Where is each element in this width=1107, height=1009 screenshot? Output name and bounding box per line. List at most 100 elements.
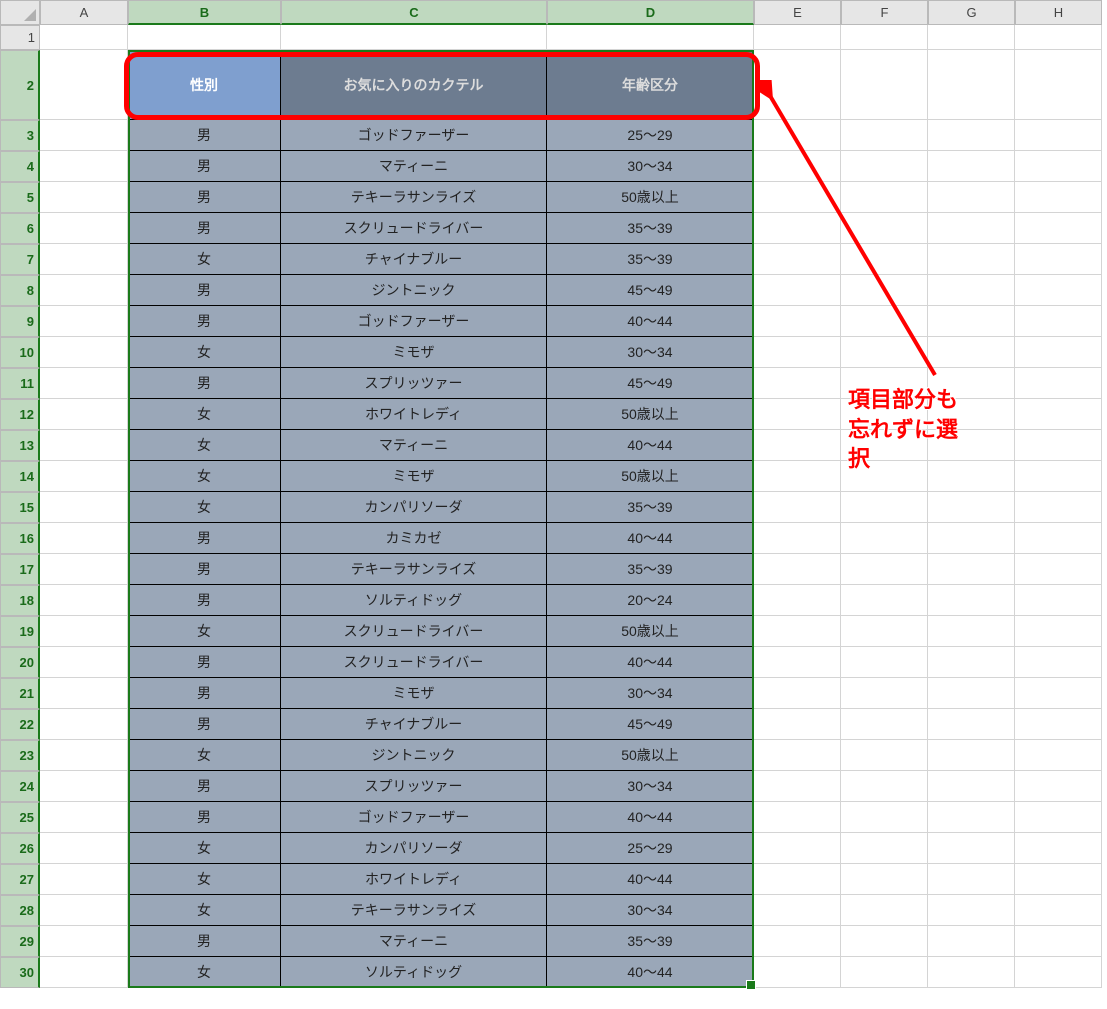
cell[interactable]: [1015, 306, 1102, 337]
cell[interactable]: [754, 647, 841, 678]
cell[interactable]: [40, 151, 128, 182]
table-cell[interactable]: 40～44: [547, 864, 754, 895]
cell[interactable]: [1015, 926, 1102, 957]
cell[interactable]: [841, 771, 928, 802]
column-header-b[interactable]: B: [128, 0, 281, 25]
cell[interactable]: [40, 492, 128, 523]
cell[interactable]: [841, 709, 928, 740]
table-cell[interactable]: 25～29: [547, 833, 754, 864]
table-cell[interactable]: 50歳以上: [547, 399, 754, 430]
cell[interactable]: [40, 337, 128, 368]
table-cell[interactable]: ジントニック: [281, 275, 547, 306]
cell[interactable]: [841, 399, 928, 430]
row-header[interactable]: 18: [0, 585, 40, 616]
cell[interactable]: [1015, 213, 1102, 244]
table-cell[interactable]: 30～34: [547, 678, 754, 709]
table-cell[interactable]: ミモザ: [281, 461, 547, 492]
row-header[interactable]: 28: [0, 895, 40, 926]
cell[interactable]: [547, 25, 754, 50]
row-header[interactable]: 10: [0, 337, 40, 368]
column-header-c[interactable]: C: [281, 0, 547, 25]
cell[interactable]: [841, 802, 928, 833]
cell[interactable]: [928, 554, 1015, 585]
table-cell[interactable]: 40～44: [547, 802, 754, 833]
table-header-cell[interactable]: お気に入りのカクテル: [281, 50, 547, 120]
cell[interactable]: [841, 554, 928, 585]
table-cell[interactable]: 女: [128, 864, 281, 895]
table-cell[interactable]: スクリュードライバー: [281, 616, 547, 647]
row-header[interactable]: 6: [0, 213, 40, 244]
cell[interactable]: [1015, 678, 1102, 709]
row-header[interactable]: 24: [0, 771, 40, 802]
table-cell[interactable]: 男: [128, 926, 281, 957]
cell[interactable]: [1015, 616, 1102, 647]
cell[interactable]: [928, 926, 1015, 957]
row-header[interactable]: 29: [0, 926, 40, 957]
table-cell[interactable]: ソルティドッグ: [281, 957, 547, 988]
cell[interactable]: [754, 275, 841, 306]
table-cell[interactable]: 女: [128, 895, 281, 926]
cell[interactable]: [40, 368, 128, 399]
cell[interactable]: [841, 120, 928, 151]
cell[interactable]: [841, 213, 928, 244]
cell[interactable]: [841, 616, 928, 647]
table-cell[interactable]: 男: [128, 120, 281, 151]
cell[interactable]: [754, 492, 841, 523]
cell[interactable]: [841, 50, 928, 120]
table-header-cell[interactable]: 性別: [128, 50, 281, 120]
table-cell[interactable]: 女: [128, 957, 281, 988]
table-cell[interactable]: ミモザ: [281, 337, 547, 368]
row-header[interactable]: 25: [0, 802, 40, 833]
cell[interactable]: [40, 833, 128, 864]
cell[interactable]: [754, 771, 841, 802]
table-cell[interactable]: 30～34: [547, 151, 754, 182]
cell[interactable]: [281, 25, 547, 50]
table-cell[interactable]: 男: [128, 647, 281, 678]
row-header[interactable]: 2: [0, 50, 40, 120]
cell[interactable]: [40, 740, 128, 771]
table-cell[interactable]: 40～44: [547, 306, 754, 337]
table-cell[interactable]: 女: [128, 337, 281, 368]
cell[interactable]: [1015, 585, 1102, 616]
cell[interactable]: [841, 833, 928, 864]
cell[interactable]: [928, 895, 1015, 926]
row-header[interactable]: 3: [0, 120, 40, 151]
cell[interactable]: [841, 306, 928, 337]
row-header[interactable]: 16: [0, 523, 40, 554]
cell[interactable]: [841, 182, 928, 213]
cell[interactable]: [841, 895, 928, 926]
cell[interactable]: [754, 523, 841, 554]
cell[interactable]: [928, 337, 1015, 368]
table-cell[interactable]: テキーラサンライズ: [281, 895, 547, 926]
cell[interactable]: [841, 275, 928, 306]
cell[interactable]: [1015, 50, 1102, 120]
cell[interactable]: [1015, 182, 1102, 213]
cell[interactable]: [928, 151, 1015, 182]
cell[interactable]: [1015, 461, 1102, 492]
cell[interactable]: [928, 709, 1015, 740]
cell[interactable]: [754, 895, 841, 926]
row-header[interactable]: 12: [0, 399, 40, 430]
row-header[interactable]: 1: [0, 25, 40, 50]
cell[interactable]: [928, 213, 1015, 244]
table-cell[interactable]: スクリュードライバー: [281, 647, 547, 678]
cell[interactable]: [754, 399, 841, 430]
row-header[interactable]: 8: [0, 275, 40, 306]
table-cell[interactable]: 45～49: [547, 709, 754, 740]
cell[interactable]: [841, 647, 928, 678]
cell[interactable]: [841, 337, 928, 368]
cell[interactable]: [928, 244, 1015, 275]
table-cell[interactable]: スプリッツァー: [281, 771, 547, 802]
table-cell[interactable]: 男: [128, 554, 281, 585]
table-cell[interactable]: 男: [128, 678, 281, 709]
table-cell[interactable]: 女: [128, 244, 281, 275]
table-cell[interactable]: 女: [128, 461, 281, 492]
column-header-e[interactable]: E: [754, 0, 841, 25]
table-cell[interactable]: テキーラサンライズ: [281, 554, 547, 585]
cell[interactable]: [928, 50, 1015, 120]
cell[interactable]: [40, 554, 128, 585]
cell[interactable]: [754, 368, 841, 399]
column-header-a[interactable]: A: [40, 0, 128, 25]
cell[interactable]: [1015, 120, 1102, 151]
table-cell[interactable]: 35～39: [547, 554, 754, 585]
